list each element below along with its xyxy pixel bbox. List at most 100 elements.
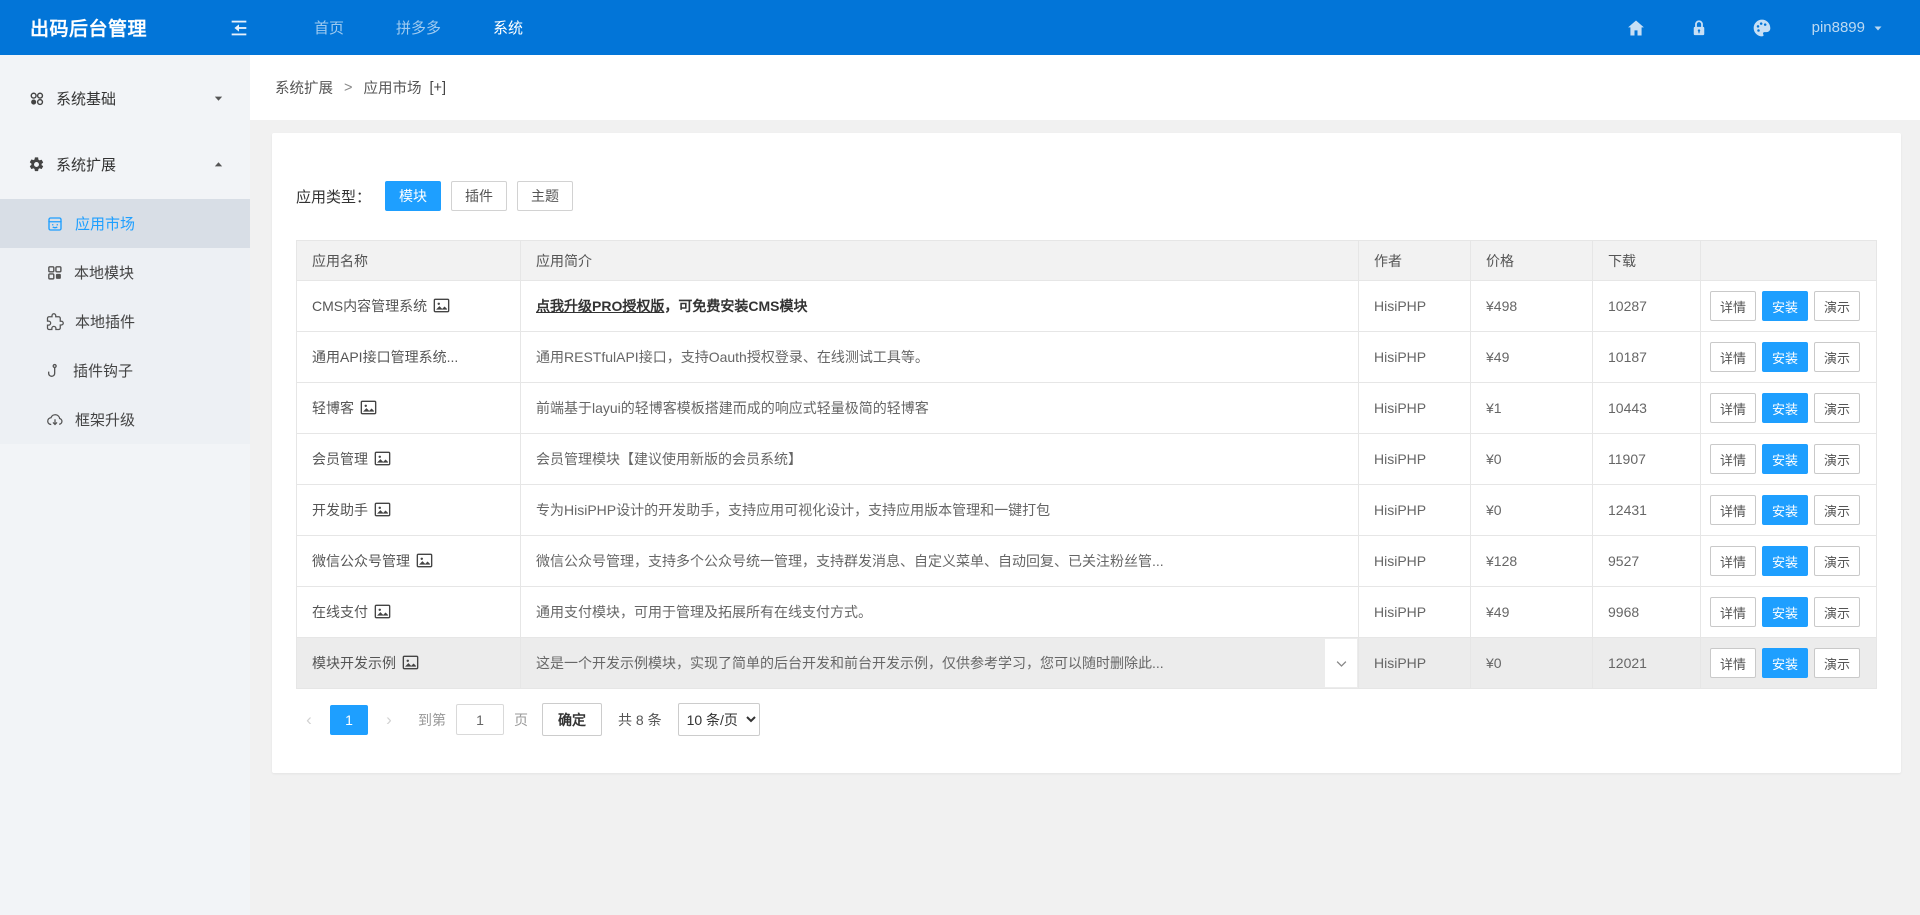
app-name: 会员管理 <box>312 451 368 467</box>
caret-up-icon <box>213 159 224 170</box>
app-downloads-cell: 12431 <box>1593 485 1701 536</box>
lock-icon[interactable] <box>1690 18 1708 38</box>
row-actions-cell: 详情安装演示 <box>1701 638 1877 689</box>
filter-option-1[interactable]: 插件 <box>451 181 507 211</box>
upgrade-pro-link[interactable]: 点我升级PRO授权版 <box>536 298 664 314</box>
sidebar-group-label: 系统扩展 <box>56 154 116 175</box>
action-install-button[interactable]: 安装 <box>1762 444 1808 474</box>
next-page-icon[interactable]: › <box>376 705 402 735</box>
action-detail-button[interactable]: 详情 <box>1710 393 1756 423</box>
total-count-label: 共 8 条 <box>618 710 662 730</box>
page-unit-label: 页 <box>514 710 528 730</box>
page-number-input[interactable] <box>456 704 504 735</box>
action-install-button[interactable]: 安装 <box>1762 648 1808 678</box>
goto-page-label: 到第 <box>418 710 446 730</box>
action-install-button[interactable]: 安装 <box>1762 291 1808 321</box>
action-detail-button[interactable]: 详情 <box>1710 444 1756 474</box>
gear-icon <box>28 156 45 173</box>
action-detail-button[interactable]: 详情 <box>1710 291 1756 321</box>
filter-option-0[interactable]: 模块 <box>385 181 441 211</box>
column-header-2: 作者 <box>1359 241 1471 281</box>
action-install-button[interactable]: 安装 <box>1762 393 1808 423</box>
action-install-button[interactable]: 安装 <box>1762 342 1808 372</box>
action-demo-button[interactable]: 演示 <box>1814 393 1860 423</box>
sidebar-submenu: 应用市场本地模块本地插件插件钩子框架升级 <box>0 199 250 444</box>
table-row: CMS内容管理系统点我升级PRO授权版，可免费安装CMS模块HisiPHP¥49… <box>297 281 1877 332</box>
action-install-button[interactable]: 安装 <box>1762 495 1808 525</box>
table-row: 开发助手专为HisiPHP设计的开发助手，支持应用可视化设计，支持应用版本管理和… <box>297 485 1877 536</box>
topnav-item-2[interactable]: 系统 <box>467 0 549 55</box>
app-name: 模块开发示例 <box>312 655 396 671</box>
app-price-cell: ¥1 <box>1471 383 1593 434</box>
palette-icon[interactable] <box>1752 18 1772 38</box>
sidebar-group-1[interactable]: 系统扩展 <box>0 141 250 187</box>
app-price-cell: ¥0 <box>1471 485 1593 536</box>
sidebar-item-3[interactable]: 插件钩子 <box>0 346 250 395</box>
image-icon <box>374 502 391 517</box>
breadcrumb-add-tab[interactable]: [+] <box>429 80 446 96</box>
action-detail-button[interactable]: 详情 <box>1710 342 1756 372</box>
app-desc: ，可免费安装CMS模块 <box>664 298 807 314</box>
image-icon <box>416 553 433 568</box>
action-demo-button[interactable]: 演示 <box>1814 648 1860 678</box>
row-actions-cell: 详情安装演示 <box>1701 587 1877 638</box>
app-desc-cell: 微信公众号管理，支持多个公众号统一管理，支持群发消息、自定义菜单、自动回复、已关… <box>521 536 1359 587</box>
sidebar-item-0[interactable]: 应用市场 <box>0 199 250 248</box>
action-demo-button[interactable]: 演示 <box>1814 597 1860 627</box>
plugin-icon <box>46 313 64 331</box>
table-row: 通用API接口管理系统...通用RESTfulAPI接口，支持Oauth授权登录… <box>297 332 1877 383</box>
topnav-item-1[interactable]: 拼多多 <box>370 0 467 55</box>
app-desc-cell: 通用支付模块，可用于管理及拓展所有在线支付方式。 <box>521 587 1359 638</box>
row-actions-cell: 详情安装演示 <box>1701 332 1877 383</box>
home-icon[interactable] <box>1626 18 1646 38</box>
breadcrumb-parent[interactable]: 系统扩展 <box>275 77 333 98</box>
sidebar-item-label: 应用市场 <box>75 213 135 234</box>
sidebar-item-label: 插件钩子 <box>73 360 133 381</box>
action-install-button[interactable]: 安装 <box>1762 597 1808 627</box>
app-desc-cell: 这是一个开发示例模块，实现了简单的后台开发和前台开发示例，仅供参考学习，您可以随… <box>521 638 1359 689</box>
action-detail-button[interactable]: 详情 <box>1710 546 1756 576</box>
sidebar-item-4[interactable]: 框架升级 <box>0 395 250 444</box>
action-install-button[interactable]: 安装 <box>1762 546 1808 576</box>
action-detail-button[interactable]: 详情 <box>1710 648 1756 678</box>
app-price-cell: ¥0 <box>1471 638 1593 689</box>
app-name: 微信公众号管理 <box>312 553 410 569</box>
app-downloads-cell: 10187 <box>1593 332 1701 383</box>
table-row: 微信公众号管理 微信公众号管理，支持多个公众号统一管理，支持群发消息、自定义菜单、… <box>297 536 1877 587</box>
topnav-item-0[interactable]: 首页 <box>288 0 370 55</box>
action-demo-button[interactable]: 演示 <box>1814 444 1860 474</box>
sidebar-item-2[interactable]: 本地插件 <box>0 297 250 346</box>
column-header-3: 价格 <box>1471 241 1593 281</box>
main-content: 应用类型： 模块插件主题 应用名称应用简介作者价格下载 CMS内容管理系统点我升… <box>250 120 1920 915</box>
confirm-page-button[interactable]: 确定 <box>542 703 602 736</box>
action-demo-button[interactable]: 演示 <box>1814 291 1860 321</box>
image-icon <box>374 604 391 619</box>
prev-page-icon[interactable]: ‹ <box>296 705 322 735</box>
filter-option-2[interactable]: 主题 <box>517 181 573 211</box>
action-detail-button[interactable]: 详情 <box>1710 495 1756 525</box>
page-number-current[interactable]: 1 <box>330 705 368 735</box>
app-price-cell: ¥49 <box>1471 587 1593 638</box>
app-name: 轻博客 <box>312 400 354 416</box>
action-detail-button[interactable]: 详情 <box>1710 597 1756 627</box>
topbar: 出码后台管理 首页拼多多系统 pin8899 <box>0 0 1920 55</box>
image-icon <box>360 400 377 415</box>
sidebar-item-label: 本地插件 <box>75 311 135 332</box>
app-name: 在线支付 <box>312 604 368 620</box>
collapse-sidebar-icon[interactable] <box>228 17 250 39</box>
table-row: 在线支付通用支付模块，可用于管理及拓展所有在线支付方式。HisiPHP¥4999… <box>297 587 1877 638</box>
breadcrumb-current[interactable]: 应用市场 <box>363 77 421 98</box>
app-desc-cell: 前端基于layui的轻博客模板搭建而成的响应式轻量极简的轻博客 <box>521 383 1359 434</box>
user-menu[interactable]: pin8899 <box>1812 19 1884 36</box>
app-title: 出码后台管理 <box>0 14 200 41</box>
expand-row-button[interactable] <box>1325 639 1357 687</box>
action-demo-button[interactable]: 演示 <box>1814 342 1860 372</box>
action-demo-button[interactable]: 演示 <box>1814 546 1860 576</box>
app-name-cell: 轻博客 <box>297 383 521 434</box>
action-demo-button[interactable]: 演示 <box>1814 495 1860 525</box>
column-header-5 <box>1701 241 1877 281</box>
page-size-select[interactable]: 10 条/页 <box>678 703 760 736</box>
sidebar-group-0[interactable]: 系统基础 <box>0 75 250 121</box>
app-author-cell: HisiPHP <box>1359 536 1471 587</box>
sidebar-item-1[interactable]: 本地模块 <box>0 248 250 297</box>
